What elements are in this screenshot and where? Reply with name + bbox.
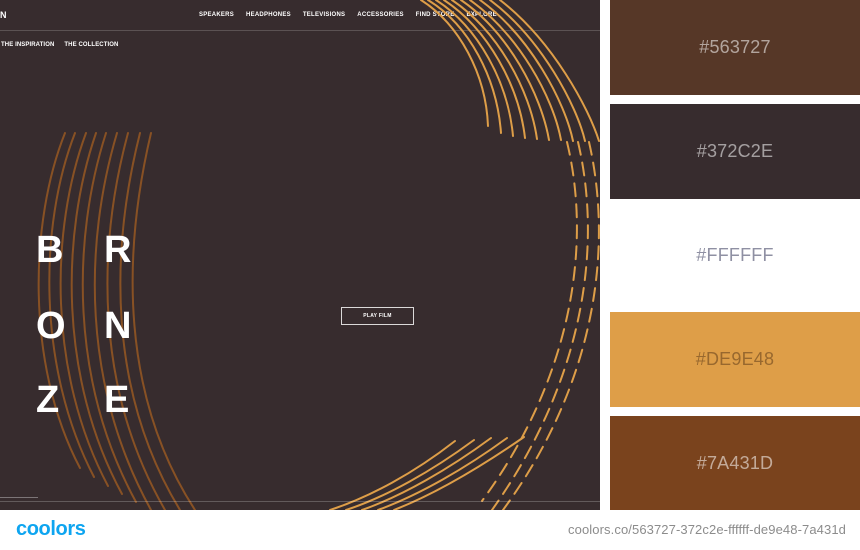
arc-line — [377, 437, 508, 510]
arc-line — [345, 439, 475, 510]
palette-swatch-ffffff[interactable]: #FFFFFF — [610, 208, 860, 303]
bronze-letter-n: N — [104, 305, 132, 347]
bronze-letter-r: R — [104, 229, 132, 271]
inspiration-screenshot: N SPEAKERS HEADPHONES TELEVISIONS ACCESS… — [0, 0, 600, 510]
swatch-hex-label: #DE9E48 — [695, 349, 775, 369]
swatch-hex-label: #7A431D — [696, 453, 774, 473]
swatch-hex-label: #372C2E — [696, 141, 774, 161]
arc-line — [393, 436, 525, 510]
palette-swatch-7a431d[interactable]: #7A431D — [610, 416, 860, 511]
bronze-letter-b: B — [36, 229, 64, 271]
palette-swatch-563727[interactable]: #563727 — [610, 0, 860, 95]
bronze-title: B R O N Z E — [36, 231, 146, 431]
coolors-palette-page: N SPEAKERS HEADPHONES TELEVISIONS ACCESS… — [0, 0, 860, 550]
swatch-hex-label: #563727 — [699, 37, 771, 57]
bronze-letter-o: O — [36, 305, 66, 347]
arc-line — [427, 0, 502, 134]
arc-line — [491, 141, 589, 510]
bronze-letter-e: E — [104, 379, 130, 421]
palette-swatch-de9e48[interactable]: #DE9E48 — [610, 312, 860, 407]
swatch-hex-label: #FFFFFF — [696, 245, 774, 265]
arc-line — [361, 437, 492, 510]
arc-line — [502, 141, 600, 510]
palette-swatch-372c2e[interactable]: #372C2E — [610, 104, 860, 199]
coolors-logo[interactable]: coolors — [16, 518, 86, 541]
arc-line — [420, 0, 489, 127]
play-film-button[interactable]: PLAY FILM — [341, 307, 414, 325]
arc-line — [481, 141, 578, 502]
footer-divider-short — [0, 497, 38, 498]
bronze-letter-z: Z — [36, 379, 60, 421]
footer-divider — [0, 501, 600, 502]
palette-url-link[interactable]: coolors.co/563727-372c2e-ffffff-de9e48-7… — [568, 522, 846, 537]
